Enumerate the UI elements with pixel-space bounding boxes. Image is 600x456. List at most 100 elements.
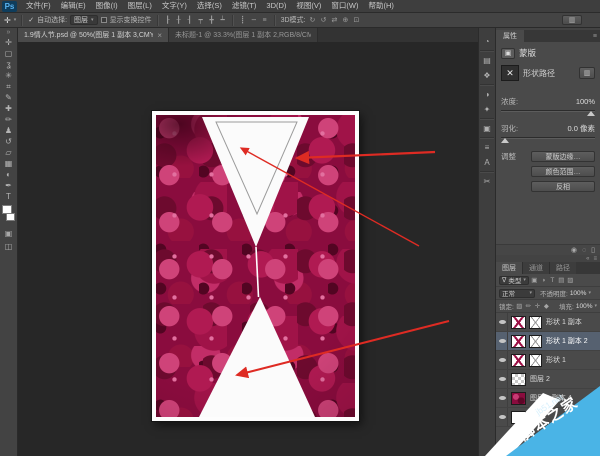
tab-channels[interactable]: 通道 bbox=[522, 262, 549, 274]
filter-smart-icon[interactable]: ▨ bbox=[567, 276, 574, 284]
filter-type-icon[interactable]: T bbox=[549, 277, 556, 284]
layer-thumbnail[interactable] bbox=[511, 354, 526, 367]
menu-3d[interactable]: 3D(D) bbox=[261, 0, 291, 12]
visibility-eye-icon[interactable] bbox=[497, 370, 508, 388]
quick-mask-button[interactable]: ▣ bbox=[0, 227, 17, 240]
visibility-eye-icon[interactable] bbox=[497, 332, 508, 350]
color-range-button[interactable]: 颜色范围… bbox=[531, 166, 595, 177]
tab-paths[interactable]: 路径 bbox=[549, 262, 576, 274]
vector-mask-thumbnail[interactable] bbox=[529, 335, 542, 348]
tool-history-brush[interactable]: ↺ bbox=[0, 136, 17, 147]
align-left-icon[interactable]: ┠ bbox=[164, 16, 172, 24]
clipboard-panel-icon[interactable]: ✂ bbox=[479, 174, 495, 189]
visibility-eye-icon[interactable] bbox=[497, 408, 508, 426]
layer-thumbnail[interactable] bbox=[511, 316, 526, 329]
visibility-eye-icon[interactable] bbox=[497, 389, 508, 407]
add-vector-mask-button[interactable]: ▥ bbox=[579, 67, 595, 79]
feather-slider[interactable] bbox=[501, 137, 595, 139]
distribute-stack-icon[interactable]: ≡ bbox=[261, 17, 269, 24]
background-color-swatch[interactable] bbox=[6, 213, 15, 221]
3d-roll-icon[interactable]: ↺ bbox=[319, 16, 327, 24]
tool-eraser[interactable]: ▱ bbox=[0, 147, 17, 158]
fill-value[interactable]: 100% bbox=[576, 303, 593, 310]
invert-button[interactable]: 反相 bbox=[531, 181, 595, 192]
menu-help[interactable]: 帮助(H) bbox=[364, 0, 399, 12]
feather-value[interactable]: 0.0 像素 bbox=[567, 123, 595, 134]
color-panel-icon[interactable]: ❖ bbox=[479, 68, 495, 83]
align-right-icon[interactable]: ┨ bbox=[186, 16, 194, 24]
panel-menu-icon[interactable]: ≡ bbox=[593, 30, 600, 42]
styles-panel-icon[interactable]: ✦ bbox=[479, 102, 495, 117]
menu-edit[interactable]: 编辑(E) bbox=[56, 0, 91, 12]
tool-lasso[interactable]: ʓ bbox=[0, 59, 17, 70]
tool-preset-caret-icon[interactable]: ▾ bbox=[14, 17, 17, 23]
info-panel-icon[interactable]: ▣ bbox=[479, 121, 495, 136]
panel-menu-icon[interactable]: ≡ bbox=[593, 256, 597, 262]
lock-all-icon[interactable]: ◆ bbox=[543, 302, 550, 310]
3d-drag-icon[interactable]: ⇄ bbox=[330, 16, 338, 24]
auto-select-checkbox[interactable]: ✓ bbox=[28, 16, 34, 24]
filter-pixel-icon[interactable]: ▣ bbox=[531, 276, 538, 284]
layer-thumbnail[interactable] bbox=[511, 392, 526, 405]
layer-thumbnail[interactable] bbox=[511, 373, 526, 386]
character-panel-icon[interactable]: A bbox=[479, 155, 495, 170]
blend-mode-dropdown[interactable]: 正常 ▾ bbox=[499, 289, 535, 298]
tab-layers[interactable]: 图层 bbox=[496, 262, 522, 274]
density-value[interactable]: 100% bbox=[576, 97, 595, 106]
distribute-h-icon[interactable]: ┉ bbox=[250, 16, 258, 24]
mask-thumbnail[interactable]: ✕ bbox=[501, 65, 519, 81]
menu-select[interactable]: 选择(S) bbox=[192, 0, 227, 12]
visibility-eye-icon[interactable] bbox=[497, 351, 508, 369]
screen-mode-button[interactable]: ◫ bbox=[0, 240, 17, 253]
tool-crop[interactable]: ⌗ bbox=[0, 81, 17, 92]
lock-transparency-icon[interactable]: ▨ bbox=[516, 302, 523, 310]
feather-slider-handle[interactable] bbox=[501, 138, 509, 143]
document-tab-inactive[interactable]: 未标题-1 @ 33.3%(图层 1 副本 2,RGB/8/CMYK) bbox=[168, 28, 318, 42]
pixel-mask-icon[interactable]: ▣ bbox=[501, 48, 515, 59]
vector-mask-thumbnail[interactable] bbox=[529, 316, 542, 329]
filter-adjustment-icon[interactable]: ◑ bbox=[540, 277, 547, 284]
layer-row-selected[interactable]: 形状 1 副本 2 bbox=[496, 332, 600, 351]
tool-marquee[interactable]: ▢ bbox=[0, 48, 17, 59]
adjustments-panel-icon[interactable]: ◑ bbox=[479, 87, 495, 102]
filter-shape-icon[interactable]: ▤ bbox=[558, 276, 565, 284]
menu-image[interactable]: 图像(I) bbox=[91, 0, 123, 12]
menu-file[interactable]: 文件(F) bbox=[21, 0, 56, 12]
delete-mask-icon[interactable]: ▯ bbox=[591, 246, 595, 254]
lock-position-icon[interactable]: ✛ bbox=[534, 302, 541, 310]
lock-pixels-icon[interactable]: ✏ bbox=[525, 302, 532, 310]
tool-dodge[interactable]: ◐ bbox=[0, 169, 17, 180]
layer-row[interactable]: 形状 1 副本 bbox=[496, 313, 600, 332]
tool-move[interactable]: ✛ bbox=[0, 37, 17, 48]
tool-eyedropper[interactable]: ✎ bbox=[0, 92, 17, 103]
align-bottom-icon[interactable]: ┷ bbox=[219, 16, 227, 24]
layer-row[interactable]: 图层 2 bbox=[496, 370, 600, 389]
align-hcenter-icon[interactable]: ╂ bbox=[175, 16, 183, 24]
3d-slide-icon[interactable]: ⊕ bbox=[341, 16, 349, 24]
collapse-icon[interactable]: « bbox=[586, 256, 589, 262]
distribute-v-icon[interactable]: ┋ bbox=[239, 16, 247, 24]
foreground-color-swatch[interactable] bbox=[2, 205, 12, 214]
layer-thumbnail[interactable] bbox=[511, 411, 526, 424]
layer-row[interactable]: 图层 1 副本 4 bbox=[496, 389, 600, 408]
tool-pen[interactable]: ✒ bbox=[0, 180, 17, 191]
menu-window[interactable]: 窗口(W) bbox=[326, 0, 363, 12]
density-slider[interactable] bbox=[501, 110, 595, 112]
tool-clone-stamp[interactable]: ♟ bbox=[0, 125, 17, 136]
mask-from-selection-icon[interactable]: ◉ bbox=[571, 246, 577, 254]
vector-mask-thumbnail[interactable] bbox=[529, 354, 542, 367]
history-panel-icon[interactable]: ◔ bbox=[479, 34, 495, 49]
align-vcenter-icon[interactable]: ╋ bbox=[208, 16, 216, 24]
mask-edge-button[interactable]: 蒙版边缘… bbox=[531, 151, 595, 162]
menu-view[interactable]: 视图(V) bbox=[291, 0, 326, 12]
layer-row[interactable]: 形状 1 bbox=[496, 351, 600, 370]
layer-thumbnail[interactable] bbox=[511, 335, 526, 348]
tool-type[interactable]: T bbox=[0, 191, 17, 202]
density-slider-handle[interactable] bbox=[587, 111, 595, 116]
document-tab-active[interactable]: 1.9情人节.psd @ 50%(图层 1 副本 3,CMYK/8*) * × bbox=[18, 28, 168, 42]
layer-row[interactable] bbox=[496, 408, 600, 427]
actions-panel-icon[interactable]: ≡ bbox=[479, 140, 495, 155]
opacity-value[interactable]: 100% bbox=[570, 290, 587, 297]
tab-properties[interactable]: 属性 bbox=[496, 30, 524, 42]
swatches-panel-icon[interactable]: ▤ bbox=[479, 53, 495, 68]
